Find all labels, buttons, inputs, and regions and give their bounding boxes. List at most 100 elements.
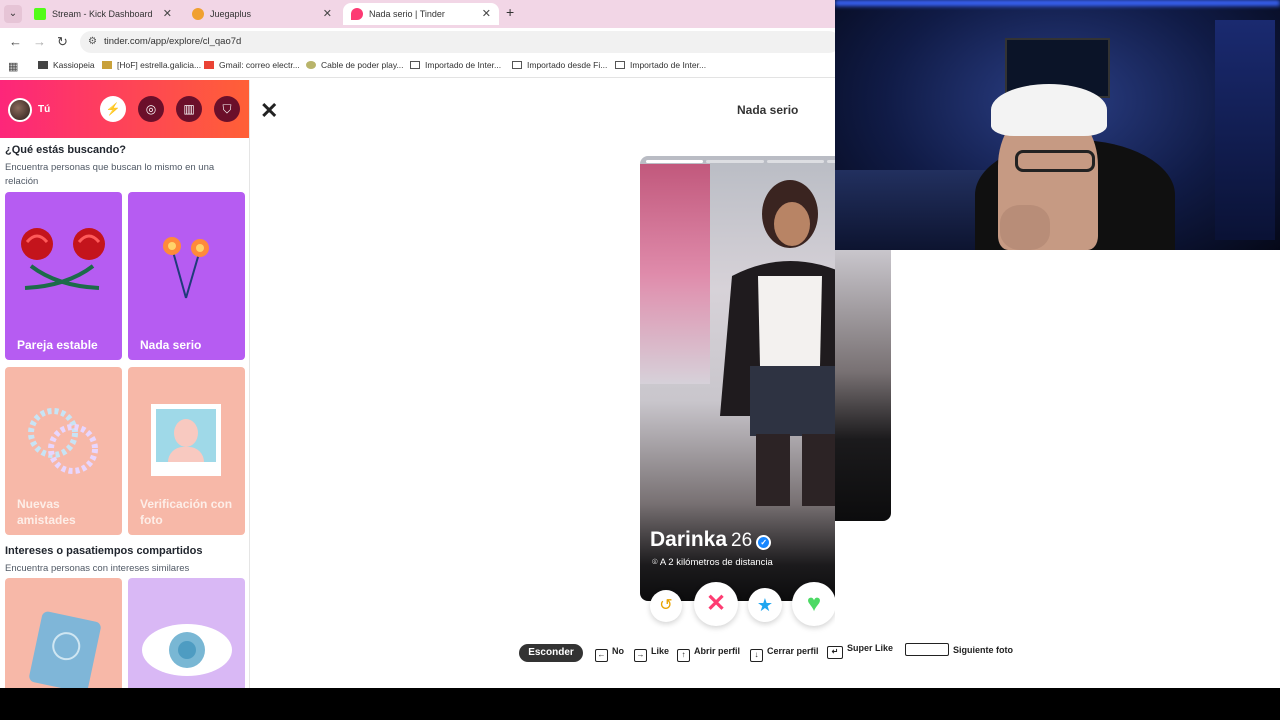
roses-icon: [21, 228, 105, 290]
card-nuevas-amistades[interactable]: Nuevas amistades: [5, 367, 122, 535]
main-content: ✕ Nada serio Darinka26✓ ↑ ⌾ A 2 ki: [250, 80, 890, 688]
shortcut-like: → Like: [634, 646, 669, 662]
shortcut-no: ← No: [595, 646, 624, 662]
card-verificacion[interactable]: Verificación con foto: [128, 367, 245, 535]
section-subtitle: Encuentra personas con intereses similar…: [5, 563, 190, 574]
tab-title: Stream - Kick Dashboard: [52, 9, 153, 19]
led-strip: [835, 0, 1280, 6]
close-icon[interactable]: ✕: [260, 98, 278, 124]
tab-search-chevron-icon[interactable]: ⌄: [4, 5, 22, 23]
card-intereses[interactable]: [128, 578, 245, 688]
address-bar-row: ← → ↻ ⚙ tinder.com/app/explore/cl_qao7d: [0, 28, 840, 56]
bottom-letterbox: [0, 688, 1280, 720]
space-key-icon: [905, 643, 949, 656]
profile-card-edge: [835, 250, 891, 521]
bookmark-item[interactable]: Kassiopeia: [38, 60, 95, 70]
tab-tinder[interactable]: Nada serio | Tinder ✕: [343, 3, 499, 25]
bookmark-favicon-icon: [102, 61, 112, 69]
tab-bar: ⌄ Stream - Kick Dashboard ✕ Juegaplus ✕ …: [0, 0, 835, 28]
card-viajes[interactable]: [5, 578, 122, 688]
bookmark-folder[interactable]: Importado desde Fi...: [512, 60, 607, 70]
hand: [1000, 205, 1050, 250]
bookmark-item[interactable]: Cable de poder play...: [306, 60, 404, 70]
forward-arrow-icon[interactable]: →: [33, 34, 46, 49]
close-tab-icon[interactable]: ✕: [323, 3, 332, 25]
juegaplus-favicon-icon: [192, 8, 204, 20]
url-field[interactable]: ⚙ tinder.com/app/explore/cl_qao7d: [80, 31, 840, 53]
location-pin-icon: ⌾: [652, 557, 658, 568]
safety-shield-icon[interactable]: ⛉: [214, 96, 240, 122]
url-text: tinder.com/app/explore/cl_qao7d: [104, 36, 242, 47]
card-pareja-estable[interactable]: Pareja estable: [5, 192, 122, 360]
sidebar-header: Tú ⚡ ◎ ▥ ⛉: [0, 80, 249, 138]
photo-frame-icon: [151, 404, 221, 476]
eye-icon: [142, 624, 232, 676]
page-title: Nada serio: [737, 103, 799, 117]
folder-icon: [615, 61, 625, 69]
enter-key-icon: ↵: [827, 646, 843, 659]
profile-name-row: Darinka 26 ✓: [650, 528, 772, 552]
bookmark-folder[interactable]: Importado de Inter...: [410, 60, 501, 70]
up-arrow-key-icon: ↑: [677, 649, 690, 662]
card-label: Verificación con foto: [140, 497, 233, 527]
profile-age: 26: [731, 530, 753, 551]
passport-icon: [28, 610, 102, 688]
doorway: [1215, 20, 1275, 240]
section-subtitle: Encuentra personas que buscan lo mismo e…: [5, 162, 215, 187]
down-arrow-key-icon: ↓: [750, 649, 763, 662]
shortcut-open-profile: ↑ Abrir perfil: [677, 646, 740, 662]
profile-name: Darinka: [650, 528, 728, 551]
tab-title: Juegaplus: [210, 9, 252, 19]
close-tab-icon[interactable]: ✕: [163, 3, 172, 25]
profile-label[interactable]: Tú: [38, 104, 50, 115]
reload-icon[interactable]: ↻: [57, 34, 68, 50]
tab-kick[interactable]: Stream - Kick Dashboard ✕: [26, 3, 180, 25]
bookmark-item[interactable]: Gmail: correo electr...: [204, 60, 300, 70]
super-like-star-icon[interactable]: ★: [748, 588, 782, 622]
webcam-overlay: [835, 0, 1280, 250]
close-tab-icon[interactable]: ✕: [482, 3, 491, 25]
glasses: [1015, 150, 1095, 172]
nope-x-icon[interactable]: ✕: [694, 582, 738, 626]
verified-badge-icon: ✓: [756, 535, 772, 550]
sparkler-icon: [163, 237, 209, 299]
shortcut-next-photo: Siguiente foto: [905, 643, 1013, 656]
bookmark-favicon-icon: [306, 61, 316, 69]
shortcut-close-profile: ↓ Cerrar perfil: [750, 646, 819, 662]
tab-juegaplus[interactable]: Juegaplus ✕: [184, 3, 340, 25]
tab-title: Nada serio | Tinder: [369, 9, 445, 19]
boost-bolt-icon[interactable]: ⚡: [100, 96, 126, 122]
apps-grid-icon[interactable]: ▦: [8, 60, 18, 73]
briefcase-icon[interactable]: ▥: [176, 96, 202, 122]
folder-icon: [512, 61, 522, 69]
kick-favicon-icon: [34, 8, 46, 20]
site-settings-icon[interactable]: ⚙: [88, 31, 97, 53]
new-tab-plus-icon[interactable]: +: [506, 4, 514, 20]
tinder-favicon-icon: [351, 8, 363, 20]
bracelets-icon: [28, 408, 98, 474]
card-nada-serio[interactable]: Nada serio: [128, 192, 245, 360]
gmail-icon: [204, 61, 214, 69]
card-label: Pareja estable: [17, 338, 98, 352]
avatar[interactable]: [8, 98, 32, 122]
section-title: ¿Qué estás buscando?: [5, 144, 127, 156]
shortcut-super-like: ↵ Super Like: [827, 643, 893, 659]
explore-compass-icon[interactable]: ◎: [138, 96, 164, 122]
cap: [991, 84, 1107, 136]
bookmark-favicon-icon: [38, 61, 48, 69]
back-arrow-icon[interactable]: ←: [9, 34, 22, 49]
page-background-right: ↵ Super Like Siguiente foto: [827, 250, 1280, 688]
bookmark-item[interactable]: [HoF] estrella.galicia...: [102, 60, 201, 70]
like-heart-icon[interactable]: ♥: [792, 582, 836, 626]
distance-row: ⌾ A 2 kilómetros de distancia: [652, 557, 773, 568]
browser-window: ⌄ Stream - Kick Dashboard ✕ Juegaplus ✕ …: [0, 0, 890, 688]
bookmarks-bar: ▦ Kassiopeia [HoF] estrella.galicia... G…: [0, 56, 835, 78]
card-label: Nuevas amistades: [17, 497, 76, 527]
hide-shortcuts-button[interactable]: Esconder: [519, 644, 583, 662]
bookmark-folder[interactable]: Importado de Inter...: [615, 60, 706, 70]
card-label: Nada serio: [140, 338, 202, 352]
right-arrow-key-icon: →: [634, 649, 647, 662]
rewind-icon[interactable]: ↺: [650, 590, 682, 622]
left-arrow-key-icon: ←: [595, 649, 608, 662]
folder-icon: [410, 61, 420, 69]
